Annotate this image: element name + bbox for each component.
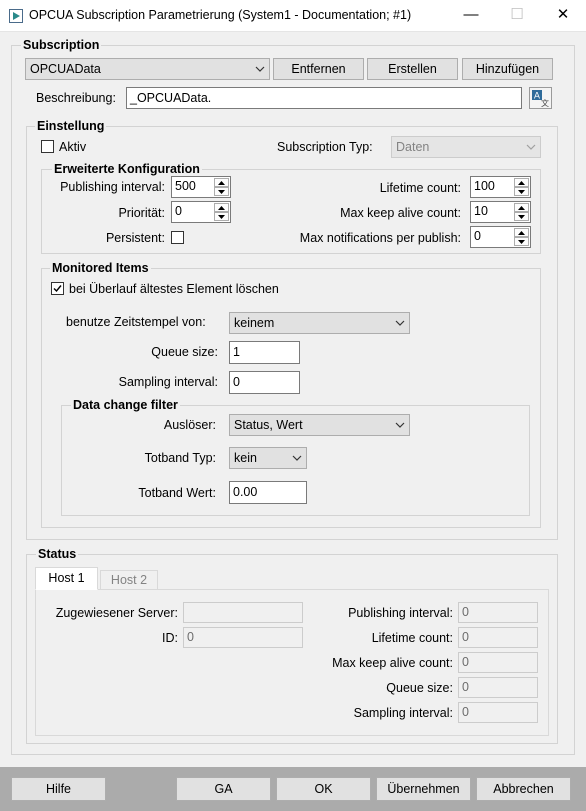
trigger-value: Status, Wert: [234, 418, 303, 432]
queue-size-input[interactable]: 1: [229, 341, 300, 364]
minimize-button[interactable]: —: [448, 0, 494, 32]
priority-value: 0: [175, 204, 182, 218]
deadband-type-select[interactable]: kein: [229, 447, 307, 469]
spin-up-icon[interactable]: [214, 203, 229, 212]
tab-host-2[interactable]: Host 2: [100, 570, 158, 590]
svg-text:A: A: [534, 92, 541, 102]
subscription-select-value: OPCUAData: [30, 62, 101, 76]
data-change-filter-label: Data change filter: [71, 398, 180, 412]
active-label: Aktiv: [59, 140, 87, 154]
title-bar: OPCUA Subscription Parametrierung (Syste…: [0, 0, 586, 32]
priority-spinner[interactable]: 0: [171, 201, 231, 223]
translate-icon[interactable]: A 文: [529, 87, 552, 109]
queue-size-label: Queue size:: [151, 345, 218, 359]
description-input[interactable]: _OPCUAData.: [126, 87, 522, 109]
persistent-checkbox[interactable]: [171, 231, 184, 244]
trigger-label: Auslöser:: [163, 418, 216, 432]
tab-host-1[interactable]: Host 1: [35, 567, 98, 590]
status-sampling-interval-field: 0: [458, 702, 538, 723]
publishing-interval-spinner[interactable]: 500: [171, 176, 231, 198]
subscription-type-value: Daten: [396, 140, 430, 154]
max-notifications-spinner[interactable]: 0: [470, 226, 531, 248]
create-button[interactable]: Erstellen: [367, 58, 458, 80]
priority-label: Priorität:: [118, 206, 165, 220]
timestamp-label: benutze Zeitstempel von:: [66, 315, 206, 329]
timestamp-select[interactable]: keinem: [229, 312, 410, 334]
deadband-value-label: Totband Wert:: [138, 486, 216, 500]
apply-button[interactable]: Übernehmen: [376, 777, 471, 801]
status-publishing-interval-label: Publishing interval:: [348, 606, 453, 620]
deadband-value-input[interactable]: 0.00: [229, 481, 307, 504]
monitored-items-group-label: Monitored Items: [50, 261, 151, 275]
add-button[interactable]: Hinzufügen: [462, 58, 553, 80]
trigger-select[interactable]: Status, Wert: [229, 414, 410, 436]
status-lifetime-count-field: 0: [458, 627, 538, 648]
cancel-button[interactable]: Abbrechen: [476, 777, 571, 801]
subscription-group-label: Subscription: [21, 38, 102, 52]
spin-up-icon[interactable]: [514, 203, 529, 212]
publishing-interval-label: Publishing interval:: [60, 180, 165, 194]
max-keep-alive-value: 10: [474, 204, 488, 218]
max-keep-alive-spinner[interactable]: 10: [470, 201, 531, 223]
subscription-select[interactable]: OPCUAData: [25, 58, 270, 80]
spin-down-icon[interactable]: [214, 187, 229, 196]
status-max-keep-alive-field: 0: [458, 652, 538, 673]
lifetime-count-spinner[interactable]: 100: [470, 176, 531, 198]
discard-oldest-checkbox[interactable]: [51, 282, 64, 295]
sampling-interval-label: Sampling interval:: [118, 375, 218, 389]
svg-text:文: 文: [541, 98, 549, 108]
chevron-down-icon: [394, 415, 406, 435]
publishing-interval-value: 500: [175, 179, 196, 193]
maximize-button: ☐: [510, 6, 524, 23]
id-field: 0: [183, 627, 303, 648]
status-sampling-interval-label: Sampling interval:: [353, 706, 453, 720]
spin-down-icon[interactable]: [514, 237, 529, 246]
description-label: Beschreibung:: [36, 91, 116, 105]
timestamp-value: keinem: [234, 316, 275, 330]
sampling-interval-input[interactable]: 0: [229, 371, 300, 394]
lifetime-count-value: 100: [474, 179, 495, 193]
settings-group-label: Einstellung: [35, 119, 107, 133]
deadband-type-value: kein: [234, 451, 257, 465]
subscription-type-select: Daten: [391, 136, 541, 158]
max-notifications-label: Max notifications per publish:: [299, 231, 461, 245]
assigned-server-label: Zugewiesener Server:: [55, 606, 178, 620]
status-queue-size-label: Queue size:: [386, 681, 453, 695]
chevron-down-icon: [254, 59, 266, 79]
persistent-label: Persistent:: [105, 231, 165, 245]
id-label: ID:: [162, 631, 178, 645]
subscription-type-label: Subscription Typ:: [277, 140, 373, 154]
chevron-down-icon: [394, 313, 406, 333]
status-publishing-interval-field: 0: [458, 602, 538, 623]
status-lifetime-count-label: Lifetime count:: [371, 631, 453, 645]
status-group-label: Status: [36, 547, 79, 561]
assigned-server-field: [183, 602, 303, 623]
spin-up-icon[interactable]: [214, 178, 229, 187]
spin-down-icon[interactable]: [214, 212, 229, 221]
spin-down-icon[interactable]: [514, 212, 529, 221]
spin-down-icon[interactable]: [514, 187, 529, 196]
deadband-type-label: Totband Typ:: [144, 451, 216, 465]
remove-button[interactable]: Entfernen: [273, 58, 364, 80]
discard-oldest-label: bei Überlauf ältestes Element löschen: [69, 282, 279, 296]
chevron-down-icon: [525, 137, 537, 157]
max-notifications-value: 0: [474, 229, 481, 243]
spin-up-icon[interactable]: [514, 228, 529, 237]
ok-button[interactable]: OK: [276, 777, 371, 801]
spin-up-icon[interactable]: [514, 178, 529, 187]
ga-button[interactable]: GA: [176, 777, 271, 801]
max-keep-alive-label: Max keep alive count:: [340, 206, 461, 220]
help-button[interactable]: Hilfe: [11, 777, 106, 801]
active-checkbox[interactable]: [41, 140, 54, 153]
advanced-group-label: Erweiterte Konfiguration: [52, 162, 202, 176]
close-button[interactable]: ✕: [540, 0, 586, 32]
status-max-keep-alive-label: Max keep alive count:: [332, 656, 453, 670]
lifetime-count-label: Lifetime count:: [379, 181, 461, 195]
window-title: OPCUA Subscription Parametrierung (Syste…: [29, 8, 412, 22]
status-queue-size-field: 0: [458, 677, 538, 698]
app-icon: [9, 9, 23, 23]
chevron-down-icon: [291, 448, 303, 468]
